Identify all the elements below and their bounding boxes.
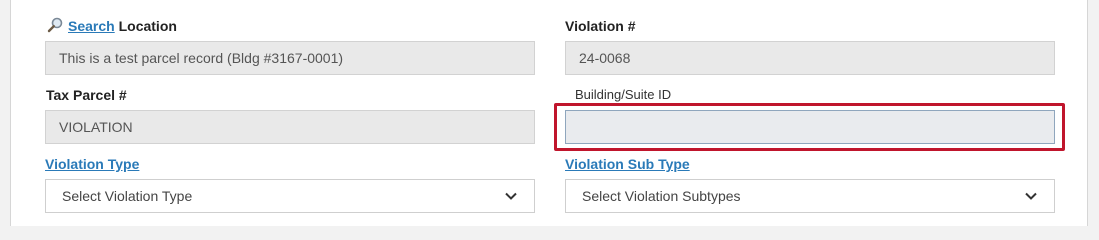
magnifier-icon[interactable] xyxy=(47,17,65,33)
violation-type-selected: Select Violation Type xyxy=(62,188,193,204)
location-label-row: Search Location xyxy=(47,17,177,35)
chevron-down-icon xyxy=(1024,189,1038,203)
form-panel: Search Location Violation # This is a te… xyxy=(10,0,1088,226)
violation-number-value: 24-0068 xyxy=(579,50,631,66)
location-value: This is a test parcel record (Bldg #3167… xyxy=(59,50,344,66)
violation-sub-type-link[interactable]: Violation Sub Type xyxy=(565,156,690,172)
location-field: This is a test parcel record (Bldg #3167… xyxy=(45,41,535,75)
violation-type-link[interactable]: Violation Type xyxy=(45,156,139,172)
violation-type-label-row: Violation Type xyxy=(45,155,139,173)
chevron-down-icon xyxy=(504,189,518,203)
violation-sub-type-select[interactable]: Select Violation Subtypes xyxy=(565,179,1055,213)
violation-number-label: Violation # xyxy=(565,18,636,34)
violation-number-field: 24-0068 xyxy=(565,41,1055,75)
search-link[interactable]: Search xyxy=(68,18,115,34)
violation-sub-type-label-row: Violation Sub Type xyxy=(565,155,690,173)
building-suite-input[interactable] xyxy=(565,110,1055,144)
violation-type-select[interactable]: Select Violation Type xyxy=(45,179,535,213)
location-label: Location xyxy=(118,18,177,34)
tax-parcel-label: Tax Parcel # xyxy=(46,87,127,103)
violation-sub-type-selected: Select Violation Subtypes xyxy=(582,188,741,204)
tax-parcel-value: VIOLATION xyxy=(59,119,133,135)
building-suite-label: Building/Suite ID xyxy=(575,87,672,102)
tax-parcel-field: VIOLATION xyxy=(45,110,535,144)
